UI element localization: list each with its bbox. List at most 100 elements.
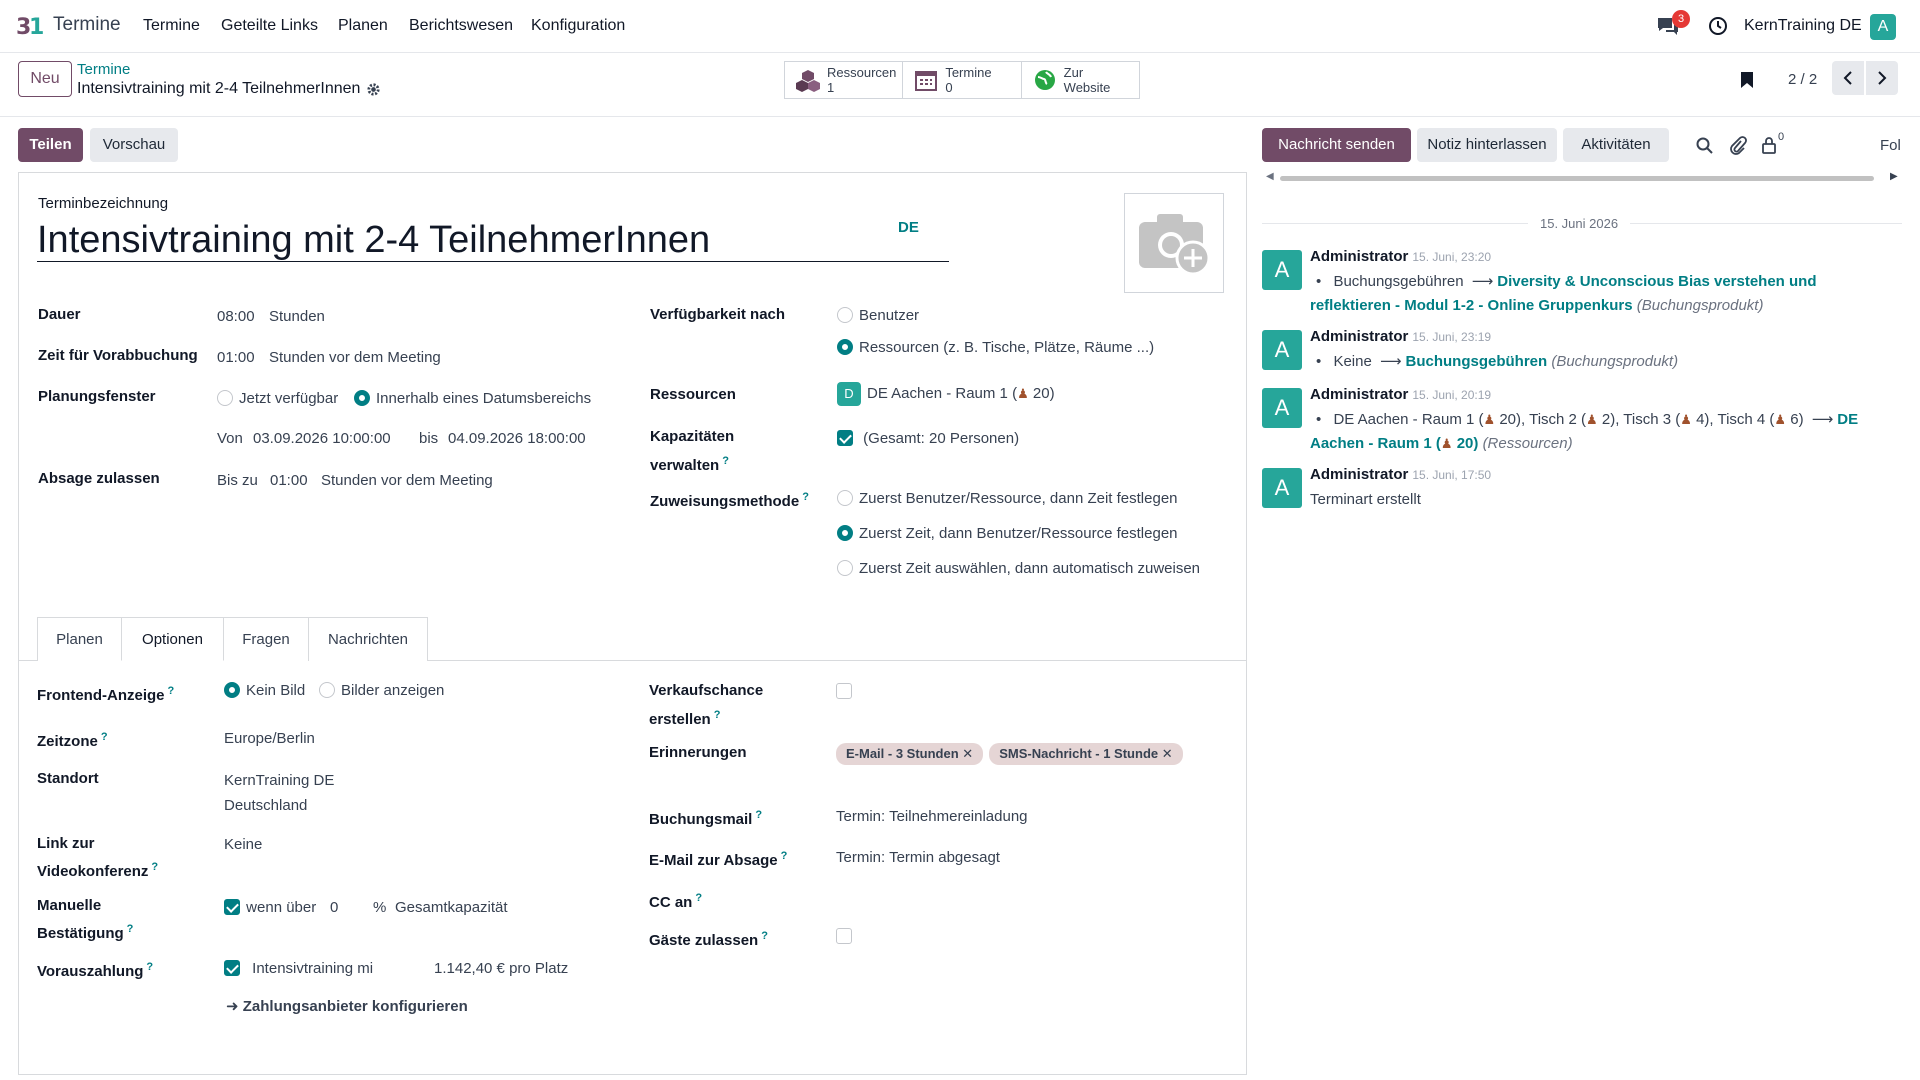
menu-berichtswesen[interactable]: Berichtswesen: [409, 17, 513, 35]
reminder-tag[interactable]: E-Mail - 3 Stunden ✕: [836, 743, 984, 765]
message-author[interactable]: Administrator 15. Juni, 23:20: [1310, 248, 1491, 265]
availability-option-users[interactable]: Benutzer: [837, 304, 919, 328]
prepay-checkbox[interactable]: [224, 960, 240, 976]
availability-option-resources[interactable]: Ressourcen (z. B. Tische, Plätze, Räume …: [837, 336, 1154, 360]
opportunity-checkbox-box[interactable]: [836, 683, 852, 699]
name-field[interactable]: Intensivtraining mit 2-4 TeilnehmerInnen: [37, 218, 949, 262]
guests-checkbox-box[interactable]: [836, 928, 852, 944]
radio-no-image[interactable]: [224, 682, 240, 698]
manual-checkbox[interactable]: [224, 899, 240, 915]
manual-value[interactable]: 0: [330, 896, 338, 920]
assign-option-3[interactable]: Zuerst Zeit auswählen, dann automatisch …: [837, 557, 1200, 581]
frontend-option-images[interactable]: Bilder anzeigen: [319, 679, 444, 703]
pager-prev-button[interactable]: [1832, 61, 1864, 95]
search-icon[interactable]: [1696, 137, 1714, 155]
prepay-price[interactable]: 1.142,40 € pro Platz: [434, 957, 568, 981]
prepay-product[interactable]: Intensivtraining mi: [252, 960, 373, 977]
opportunity-checkbox[interactable]: [836, 683, 852, 700]
company-name[interactable]: KernTraining DE: [1744, 17, 1862, 35]
bookmark-icon[interactable]: [1740, 71, 1754, 89]
help-icon[interactable]: ?: [101, 731, 108, 743]
menu-konfiguration[interactable]: Konfiguration: [531, 17, 625, 35]
help-icon[interactable]: ?: [146, 961, 153, 973]
tab-planen[interactable]: Planen: [37, 617, 122, 661]
close-icon[interactable]: ✕: [962, 746, 973, 761]
avatar[interactable]: A: [1262, 250, 1302, 290]
capacity-checkbox[interactable]: [837, 430, 853, 446]
help-icon[interactable]: ?: [755, 809, 762, 821]
tab-optionen[interactable]: Optionen: [121, 617, 224, 661]
guests-checkbox[interactable]: [836, 928, 852, 945]
scrollbar-thumb[interactable]: [1280, 176, 1874, 181]
help-icon[interactable]: ?: [168, 685, 175, 697]
radio-assign-3[interactable]: [837, 560, 853, 576]
preview-button[interactable]: Vorschau: [90, 128, 178, 162]
clock-icon[interactable]: [1708, 16, 1728, 36]
website-smart-button[interactable]: Zur Website: [1022, 62, 1139, 98]
from-value[interactable]: 03.09.2026 10:00:00: [253, 427, 391, 451]
horizontal-scrollbar[interactable]: ◀ ▶: [1262, 171, 1902, 186]
manual-field[interactable]: wenn über: [224, 896, 316, 920]
log-note-button[interactable]: Notiz hinterlassen: [1417, 128, 1557, 162]
pager-value[interactable]: 2 / 2: [1788, 71, 1817, 88]
send-message-button[interactable]: Nachricht senden: [1262, 128, 1411, 162]
resource-tag[interactable]: D DE Aachen - Raum 1 (♟ 20): [837, 382, 1055, 406]
new-button[interactable]: Neu: [18, 61, 72, 97]
assign-option-1[interactable]: Zuerst Benutzer/Ressource, dann Zeit fes…: [837, 487, 1178, 511]
lock-icon[interactable]: [1761, 136, 1777, 154]
appointments-smart-button[interactable]: Termine 0: [903, 62, 1022, 98]
help-icon[interactable]: ?: [722, 455, 729, 467]
help-icon[interactable]: ?: [802, 491, 809, 503]
activities-button[interactable]: Aktivitäten: [1563, 128, 1669, 162]
location-line1[interactable]: KernTraining DE: [224, 769, 334, 793]
menu-planen[interactable]: Planen: [338, 17, 388, 35]
cancel-value[interactable]: 01:00: [270, 469, 308, 493]
radio-assign-2[interactable]: [837, 525, 853, 541]
help-icon[interactable]: ?: [127, 923, 134, 935]
message-author[interactable]: Administrator 15. Juni, 23:19: [1310, 328, 1491, 345]
reminders-tags[interactable]: E-Mail - 3 Stunden ✕ SMS-Nachricht - 1 St…: [836, 743, 1189, 765]
payment-provider-link[interactable]: ➜ Zahlungsanbieter konfigurieren: [226, 995, 468, 1019]
follow-button[interactable]: Fol: [1880, 137, 1901, 154]
booking-mail-value[interactable]: Termin: Teilnehmereinladung: [836, 805, 1028, 829]
message-author[interactable]: Administrator 15. Juni, 20:19: [1310, 386, 1491, 403]
share-button[interactable]: Teilen: [18, 128, 83, 162]
help-icon[interactable]: ?: [781, 850, 788, 862]
duration-value[interactable]: 08:00: [217, 305, 255, 329]
cancel-mail-value[interactable]: Termin: Termin abgesagt: [836, 846, 1000, 870]
app-name[interactable]: Termine: [53, 14, 121, 36]
resources-smart-button[interactable]: Ressourcen 1: [785, 62, 904, 98]
prebook-value[interactable]: 01:00: [217, 346, 255, 370]
avatar[interactable]: A: [1262, 468, 1302, 508]
radio-range[interactable]: [354, 390, 370, 406]
to-value[interactable]: 04.09.2026 18:00:00: [448, 427, 586, 451]
capacity-field[interactable]: (Gesamt: 20 Personen): [837, 427, 1019, 451]
avatar[interactable]: A: [1262, 330, 1302, 370]
radio-users[interactable]: [837, 307, 853, 323]
prepay-field[interactable]: Intensivtraining mi: [224, 957, 373, 981]
paperclip-icon[interactable]: [1729, 136, 1747, 156]
help-icon[interactable]: ?: [714, 709, 721, 721]
radio-now[interactable]: [217, 390, 233, 406]
tab-nachrichten[interactable]: Nachrichten: [308, 617, 428, 661]
message-author[interactable]: Administrator 15. Juni, 17:50: [1310, 466, 1491, 483]
frontend-option-noimage[interactable]: Kein Bild: [224, 679, 305, 703]
scroll-left-icon[interactable]: ◀: [1266, 171, 1274, 182]
timezone-value[interactable]: Europe/Berlin: [224, 727, 315, 751]
breadcrumb-parent[interactable]: Termine: [77, 61, 130, 78]
radio-assign-1[interactable]: [837, 490, 853, 506]
reminder-tag[interactable]: SMS-Nachricht - 1 Stunde ✕: [989, 743, 1183, 765]
language-button[interactable]: DE: [898, 219, 919, 236]
radio-show-images[interactable]: [319, 682, 335, 698]
window-option-now[interactable]: Jetzt verfügbar: [217, 387, 338, 411]
radio-resources[interactable]: [837, 339, 853, 355]
scroll-right-icon[interactable]: ▶: [1890, 171, 1898, 182]
assign-option-2[interactable]: Zuerst Zeit, dann Benutzer/Ressource fes…: [837, 522, 1178, 546]
help-icon[interactable]: ?: [151, 861, 158, 873]
app-logo-icon[interactable]: 3 1: [16, 12, 46, 40]
gear-icon[interactable]: [366, 82, 381, 97]
avatar[interactable]: A: [1262, 388, 1302, 428]
cc-input[interactable]: [836, 886, 1166, 910]
image-upload[interactable]: [1124, 193, 1224, 293]
help-icon[interactable]: ?: [695, 892, 702, 904]
